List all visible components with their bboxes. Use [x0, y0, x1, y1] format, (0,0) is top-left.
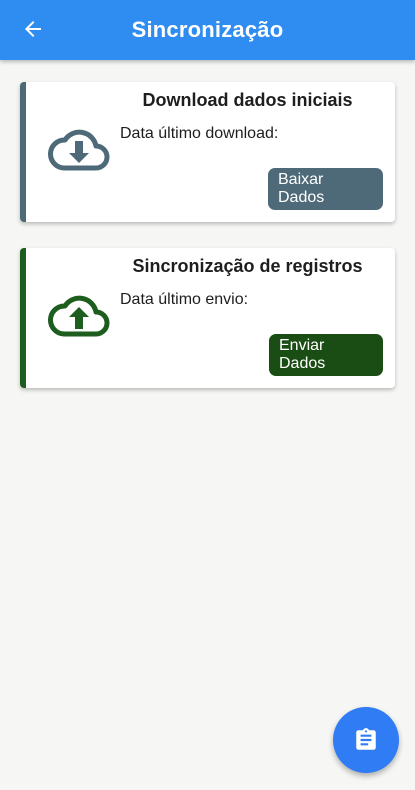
download-data-button[interactable]: Baixar Dados [268, 168, 383, 210]
send-data-button[interactable]: Enviar Dados [269, 334, 383, 376]
clipboard-fab-button[interactable] [333, 707, 399, 773]
card-accent-bar [20, 248, 26, 388]
sync-card: Sincronização de registros Data último e… [20, 248, 395, 388]
download-card: Download dados iniciais Data último down… [20, 82, 395, 222]
app-bar: Sincronização [0, 0, 415, 60]
download-date-label: Data último download: [120, 125, 279, 142]
cloud-upload-icon [48, 295, 110, 337]
send-date-label: Data último envio: [120, 291, 249, 308]
arrow-back-icon [25, 21, 41, 37]
cloud-download-icon [48, 129, 110, 171]
back-button[interactable] [18, 14, 48, 44]
page-title: Sincronização [131, 17, 284, 42]
download-card-title: Download dados iniciais [142, 90, 353, 110]
clipboard-icon [356, 728, 376, 750]
card-accent-bar [20, 82, 26, 222]
sync-card-title: Sincronização de registros [132, 256, 363, 276]
